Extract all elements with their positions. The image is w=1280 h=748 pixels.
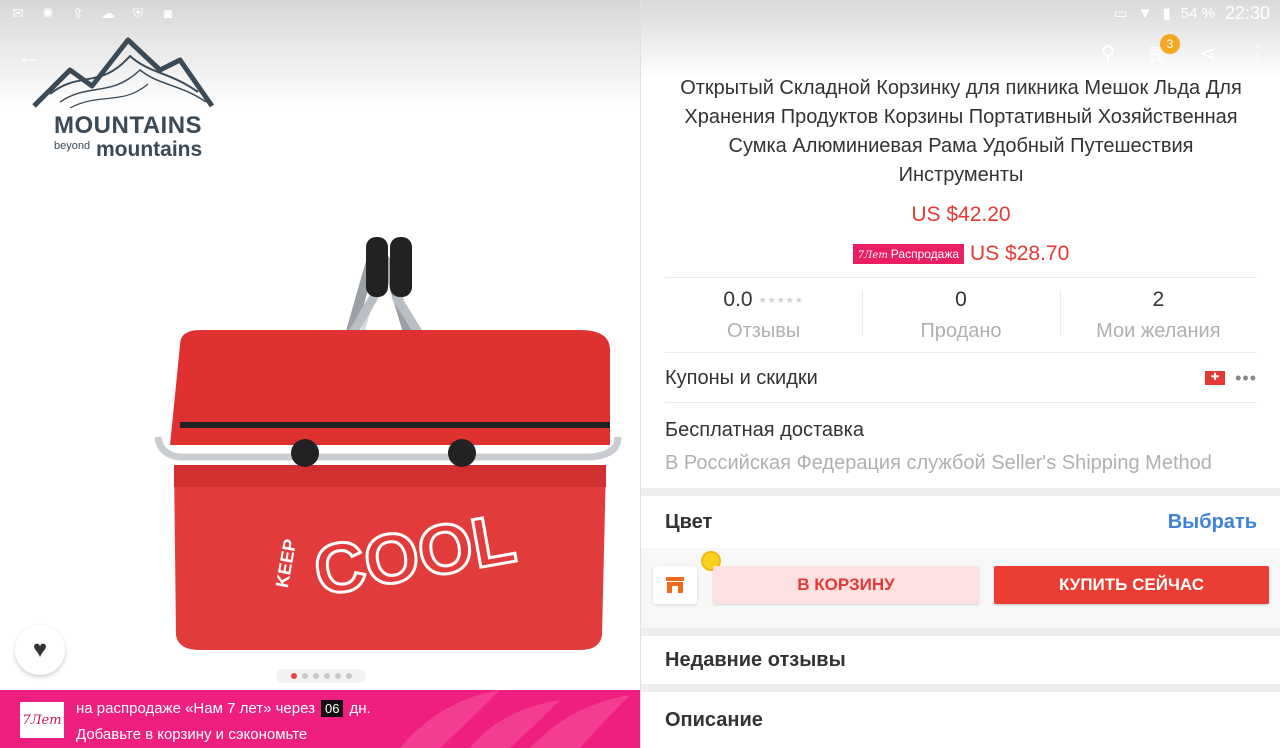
sale-badge: 7Лет Распродажа <box>852 244 965 264</box>
cart-icon[interactable]: 🛒︎ 3 <box>1146 34 1180 66</box>
buy-now-button[interactable]: КУПИТЬ СЕЙЧАС <box>994 566 1269 604</box>
recent-reviews-title: Недавние отзывы <box>665 648 846 671</box>
stat-reviews-value-wrap: 0.0 ★★★★★ <box>723 288 804 312</box>
color-selector-row[interactable]: Цвет Выбрать <box>641 496 1280 548</box>
pagination-dot[interactable] <box>312 673 319 679</box>
stat-reviews-value: 0.0 <box>723 288 753 311</box>
stat-wishlist[interactable]: 2 Мои желания <box>1059 280 1257 350</box>
promo-line2: Добавьте в корзину и сэкономьте <box>76 726 308 743</box>
color-label: Цвет <box>665 510 713 533</box>
promo-line1-suffix: дн. <box>349 700 371 717</box>
divider <box>665 402 1257 403</box>
stat-reviews-label: Отзывы <box>727 320 801 342</box>
upload-icon: ⇪ <box>72 5 84 21</box>
divider <box>665 277 1257 278</box>
brand-name-secondary: mountains <box>96 138 203 161</box>
stat-sold-value: 0 <box>955 288 967 311</box>
toolbar-actions: ⚲ 🛒︎ 3 ⋖ ⋮ <box>1096 34 1270 66</box>
promo-countdown-text: на распродаже «Нам 7 лет» через 06 дн. <box>76 700 371 717</box>
product-title: Открытый Складной Корзинку для пикника М… <box>680 77 1242 186</box>
coupons-row[interactable]: Купоны и скидки ✚ ••• <box>665 355 1257 401</box>
app-root: ✉ ✺ ⇪ ☁ ⛨ ◙ ← MOUNTAINS beyond mountains <box>0 0 1280 748</box>
cast-icon: ▭ <box>1113 5 1128 22</box>
brand-name-main: MOUNTAINS <box>54 112 203 139</box>
cloud-icon: ☁ <box>101 5 115 21</box>
search-icon[interactable]: ⚲ <box>1096 42 1120 66</box>
stat-wishlist-value: 2 <box>1152 288 1165 311</box>
sale-price-row: 7Лет Распродажа US $28.70 <box>641 242 1280 266</box>
recent-reviews-row[interactable]: Недавние отзывы <box>641 636 1280 684</box>
battery-level: 54 % <box>1180 4 1215 22</box>
pagination-dot[interactable] <box>345 673 352 679</box>
price-sale: US $28.70 <box>970 242 1070 265</box>
stat-reviews[interactable]: 0.0 ★★★★★ Отзывы <box>665 280 862 350</box>
sale-badge-prefix: 7Лет <box>857 250 888 261</box>
divider <box>665 352 1257 353</box>
coupon-tag-icon: ✚ <box>1205 371 1226 385</box>
add-to-cart-button[interactable]: В КОРЗИНУ <box>713 566 979 604</box>
cart-count-badge: 3 <box>1160 34 1180 54</box>
clock: 22:30 <box>1224 2 1270 23</box>
pagination-dot[interactable] <box>290 673 297 679</box>
promo-logo: 7Лет <box>20 702 64 738</box>
promo-banner[interactable]: 7Лет на распродаже «Нам 7 лет» через 06 … <box>0 690 640 748</box>
status-bar-system: ▭ ▼ ▮ 54 % 22:30 <box>1113 0 1270 26</box>
favorite-heart-button[interactable]: ♥ <box>15 625 65 675</box>
android-icon: ◙ <box>163 5 173 21</box>
stats-row: 0.0 ★★★★★ Отзывы 0 Продано 2 Мои желания <box>665 280 1257 350</box>
battery-icon: ▮ <box>1162 5 1171 22</box>
price-original: US $42.20 <box>911 203 1011 226</box>
section-gap <box>641 488 1280 496</box>
pagination-dot[interactable] <box>334 673 341 679</box>
aperture-icon: ✺ <box>42 5 54 21</box>
shield-icon: ⛨ <box>132 5 144 21</box>
more-vert-icon[interactable]: ⋮ <box>1246 42 1270 66</box>
color-select-link[interactable]: Выбрать <box>1168 511 1257 534</box>
heart-icon: ♥ <box>32 636 48 663</box>
coupons-title: Купоны и скидки <box>665 366 818 389</box>
promo-days-counter: 06 <box>320 700 344 717</box>
stat-wishlist-label: Мои желания <box>1096 320 1221 342</box>
store-icon <box>666 577 684 593</box>
stat-sold: 0 Продано <box>862 280 1059 350</box>
pagination-dot[interactable] <box>323 673 330 679</box>
shipping-method[interactable]: В Российская Федерация службой Seller's … <box>665 452 1212 475</box>
section-gap <box>641 684 1280 692</box>
product-image[interactable]: COOL KEEP <box>140 225 640 665</box>
wifi-icon: ▼ <box>1137 4 1153 22</box>
product-details: ▭ ▼ ▮ 54 % 22:30 ⚲ 🛒︎ 3 ⋖ ⋮ Открытый Скла… <box>640 0 1280 748</box>
image-pagination-dots <box>276 669 366 683</box>
store-button[interactable] <box>653 566 697 604</box>
image-gallery[interactable]: ✉ ✺ ⇪ ☁ ⛨ ◙ ← MOUNTAINS beyond mountains <box>0 0 640 748</box>
description-title: Описание <box>665 708 763 731</box>
promo-leaf-decoration <box>400 690 630 748</box>
share-icon[interactable]: ⋖ <box>1196 42 1220 66</box>
coupon-icons: ✚ ••• <box>1205 368 1257 389</box>
status-bar-notifications: ✉ ✺ ⇪ ☁ ⛨ ◙ <box>0 0 640 26</box>
stat-sold-label: Продано <box>920 320 1002 342</box>
promo-line1-prefix: на распродаже «Нам 7 лет» через <box>76 700 315 717</box>
description-row[interactable]: Описание <box>641 692 1280 748</box>
sale-badge-text: Распродажа <box>890 247 960 261</box>
rating-stars-icon: ★★★★★ <box>758 294 804 305</box>
section-gap <box>641 628 1280 636</box>
purchase-actions: В КОРЗИНУ КУПИТЬ СЕЙЧАС <box>641 548 1280 628</box>
more-horiz-icon: ••• <box>1235 367 1257 388</box>
mail-icon: ✉ <box>12 5 24 21</box>
pagination-dot[interactable] <box>301 673 308 679</box>
shipping-title: Бесплатная доставка <box>665 419 864 441</box>
brand-name-small: beyond <box>54 140 91 152</box>
